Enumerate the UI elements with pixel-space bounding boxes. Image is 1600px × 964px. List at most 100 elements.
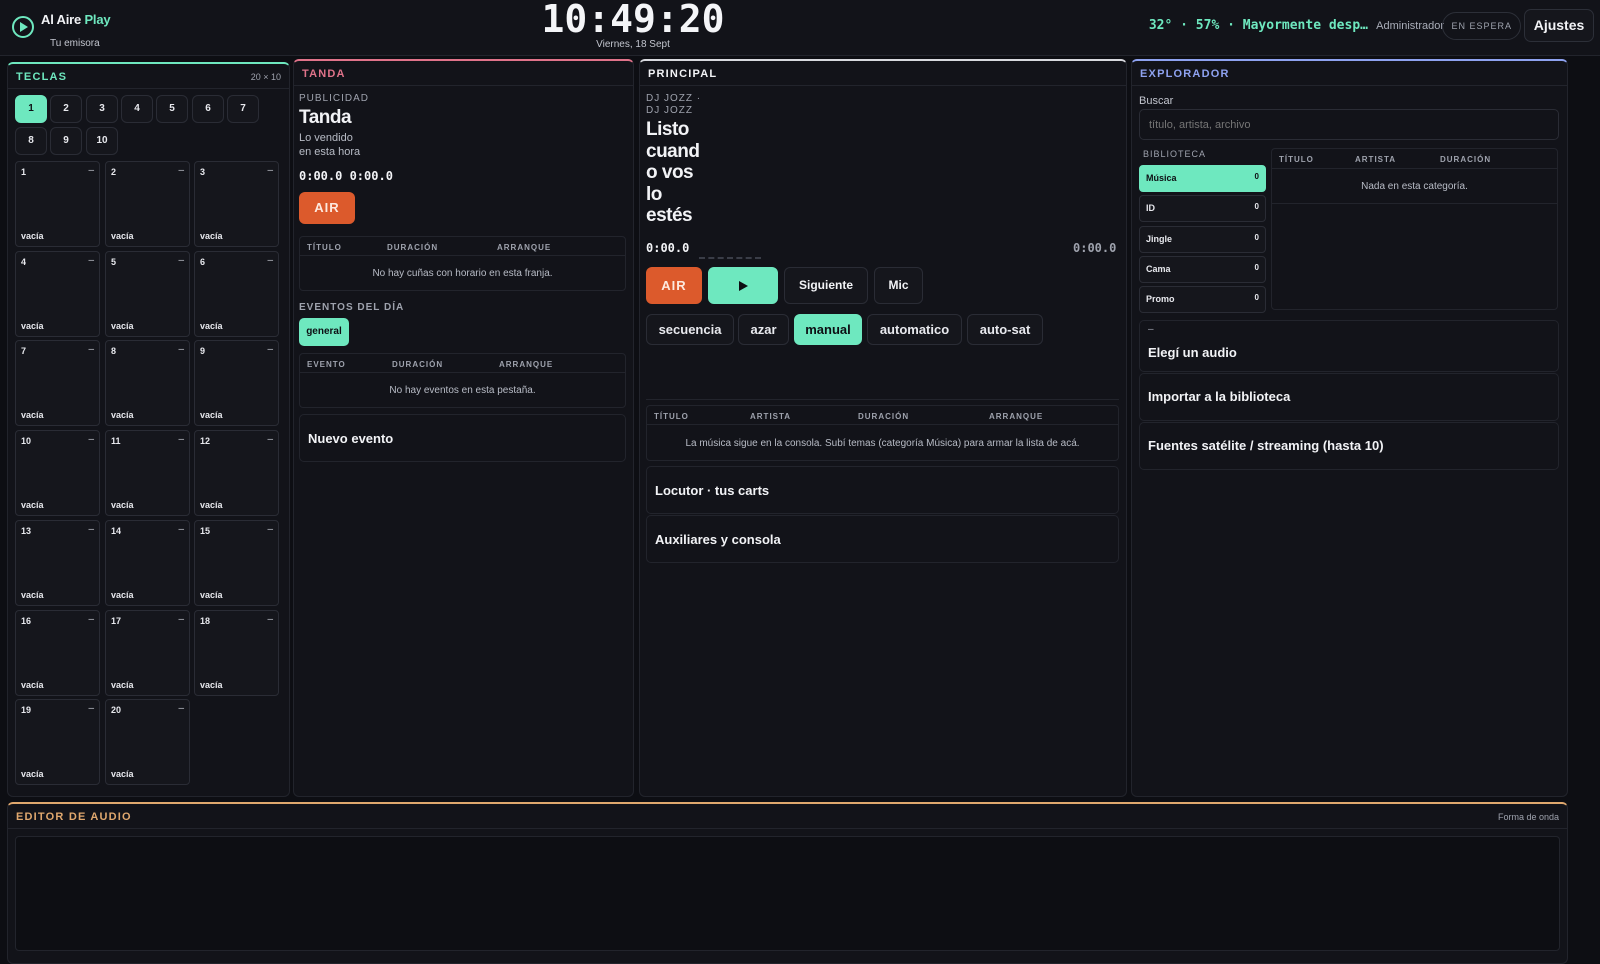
page-button-10[interactable]: 10 [86,127,118,155]
sources-section[interactable]: Fuentes satélite / streaming (hasta 10) [1139,422,1559,470]
aux-label[interactable]: Auxiliares y consola [655,532,781,547]
col-arranque: ARRANQUE [499,360,554,369]
cart-menu[interactable]: – [267,524,273,535]
sources-label[interactable]: Fuentes satélite / streaming (hasta 10) [1148,438,1384,453]
clock: 10:49:20 [541,0,725,41]
principal-air-button[interactable]: AIR [646,267,702,304]
library-category-5[interactable]: Promo 0 [1139,286,1266,314]
cart-menu[interactable]: – [88,344,94,355]
page-button-3[interactable]: 3 [86,95,118,123]
cart-menu[interactable]: – [267,614,273,625]
locutor-section[interactable]: Locutor · tus carts [646,466,1119,514]
cart-11[interactable]: 11 – vacía [105,430,190,517]
cart-10[interactable]: 10 – vacía [15,430,100,517]
cart-number: 12 [200,436,211,447]
page-button-9[interactable]: 9 [50,127,82,155]
cart-9[interactable]: 9 – vacía [194,340,279,427]
locutor-label[interactable]: Locutor · tus carts [655,483,769,498]
cart-2[interactable]: 2 – vacía [105,161,190,247]
cart-menu[interactable]: – [178,434,184,445]
col-artista: ARTISTA [1355,155,1397,164]
page-button-8[interactable]: 8 [15,127,47,155]
cart-14[interactable]: 14 – vacía [105,519,190,606]
tanda-header: TANDA [294,61,633,86]
now-playing-line: o vos [646,162,694,183]
cart-number: 2 [111,167,117,177]
cart-15[interactable]: 15 – vacía [194,519,279,606]
cart-menu[interactable]: – [178,703,184,714]
cart-13[interactable]: 13 – vacía [15,519,100,606]
import-label[interactable]: Importar a la biblioteca [1148,389,1290,404]
cart-menu[interactable]: – [88,703,94,714]
mode-secuencia[interactable]: secuencia [646,314,734,345]
page-button-7[interactable]: 7 [227,95,259,123]
cart-menu[interactable]: – [88,165,94,176]
search-label: Buscar [1139,95,1174,107]
empty-message: Nada en esta categoría. [1361,181,1468,192]
library-category-4[interactable]: Cama 0 [1139,255,1266,283]
cart-18[interactable]: 18 – vacía [194,609,279,696]
cart-number: 4 [21,256,27,267]
choose-audio-label[interactable]: Elegí un audio [1148,345,1237,360]
cart-menu[interactable]: – [267,344,273,355]
cart-menu[interactable]: – [178,165,184,176]
new-event-label[interactable]: Nuevo evento [308,431,393,446]
next-button[interactable]: Siguiente [784,267,868,304]
selected-audio-section[interactable]: – Elegí un audio [1139,320,1559,372]
cart-19[interactable]: 19 – vacía [15,699,100,786]
mic-button[interactable]: Mic [874,267,923,304]
mode-azar[interactable]: azar [738,314,789,345]
page-button-2[interactable]: 2 [50,95,82,123]
category-count: 0 [1254,293,1259,303]
cart-menu[interactable]: – [178,614,184,625]
cart-5[interactable]: 5 – vacía [105,250,190,337]
page-button-5[interactable]: 5 [156,95,188,123]
waveform-area[interactable] [15,836,1560,951]
page-button-6[interactable]: 6 [192,95,224,123]
cart-menu[interactable]: – [267,434,273,445]
cart-menu[interactable]: – [88,434,94,445]
library-category-2[interactable]: ID 0 [1139,195,1266,223]
cart-menu[interactable]: – [88,524,94,535]
waveform-label: Forma de onda [1497,812,1559,822]
aux-section[interactable]: Auxiliares y consola [646,515,1119,563]
search-input[interactable] [1139,109,1559,140]
mode-automatico[interactable]: automatico [867,314,962,345]
cart-20[interactable]: 20 – vacía [105,699,190,786]
new-event-section[interactable]: Nuevo evento [299,414,626,462]
cart-3[interactable]: 3 – vacía [194,161,279,247]
cart-6[interactable]: 6 – vacía [194,250,279,337]
panel-title: EDITOR DE AUDIO [16,811,132,823]
cart-number: 5 [111,256,117,267]
cart-menu[interactable]: – [88,614,94,625]
cart-state: vacía [111,769,134,780]
cart-12[interactable]: 12 – vacía [194,430,279,517]
cart-1[interactable]: 1 – vacía [15,161,100,247]
cart-menu[interactable]: – [178,255,184,266]
cart-menu[interactable]: – [178,524,184,535]
library-category-1[interactable]: Música 0 [1139,165,1266,192]
import-section[interactable]: Importar a la biblioteca [1139,373,1559,421]
cart-state: vacía [111,500,134,511]
cart-7[interactable]: 7 – vacía [15,340,100,427]
cart-menu[interactable]: – [267,255,273,266]
settings-button[interactable]: Ajustes [1524,9,1594,42]
page-button-1[interactable]: 1 [15,95,47,123]
cart-17[interactable]: 17 – vacía [105,609,190,696]
cart-4[interactable]: 4 – vacía [15,250,100,337]
tab-general[interactable]: general [299,318,349,346]
divider [646,399,1119,400]
cart-menu[interactable]: – [178,344,184,355]
cart-number: 20 [111,705,122,716]
cart-8[interactable]: 8 – vacía [105,340,190,427]
library-category-3[interactable]: Jingle 0 [1139,225,1266,253]
mode-auto-sat[interactable]: auto-sat [967,314,1043,345]
page-button-4[interactable]: 4 [121,95,153,123]
cart-number: 19 [21,705,32,716]
tanda-air-button[interactable]: AIR [299,192,355,224]
cart-menu[interactable]: – [267,165,273,176]
mode-manual[interactable]: manual [794,314,862,345]
cart-menu[interactable]: – [88,255,94,266]
play-button[interactable] [708,267,778,304]
cart-16[interactable]: 16 – vacía [15,609,100,696]
